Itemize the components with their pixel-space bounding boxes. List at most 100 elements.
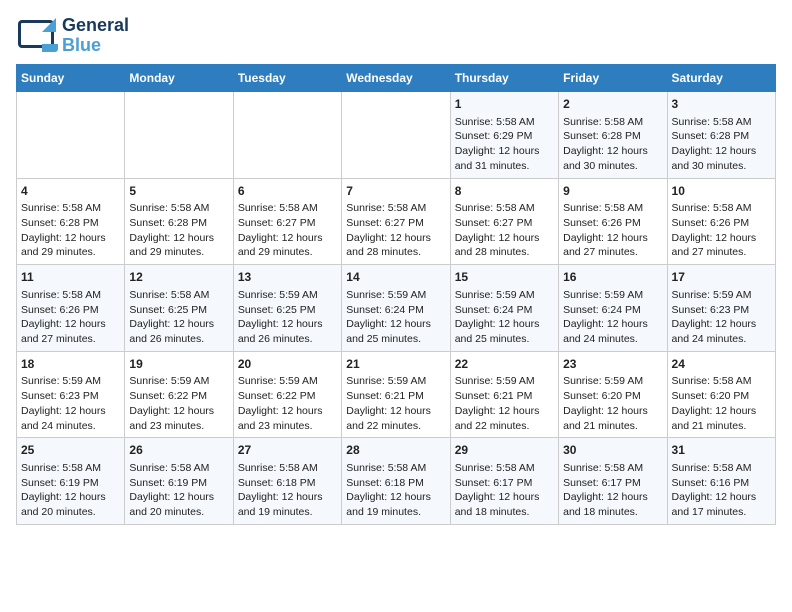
header-row: SundayMondayTuesdayWednesdayThursdayFrid… [17, 65, 776, 92]
day-info-line: Daylight: 12 hours and 29 minutes. [238, 231, 337, 260]
day-cell [17, 92, 125, 179]
day-cell: 25Sunrise: 5:58 AMSunset: 6:19 PMDayligh… [17, 438, 125, 525]
col-header-monday: Monday [125, 65, 233, 92]
day-number: 17 [672, 269, 771, 286]
day-info-line: Sunrise: 5:59 AM [455, 288, 554, 303]
day-info-line: Sunrise: 5:58 AM [455, 115, 554, 130]
day-info-line: Sunrise: 5:58 AM [563, 201, 662, 216]
day-info-line: Sunrise: 5:58 AM [563, 115, 662, 130]
day-cell: 11Sunrise: 5:58 AMSunset: 6:26 PMDayligh… [17, 265, 125, 352]
day-info-line: Daylight: 12 hours and 18 minutes. [455, 490, 554, 519]
day-cell: 2Sunrise: 5:58 AMSunset: 6:28 PMDaylight… [559, 92, 667, 179]
day-info-line: Daylight: 12 hours and 25 minutes. [346, 317, 445, 346]
day-info-line: Sunset: 6:28 PM [129, 216, 228, 231]
day-info-line: Sunrise: 5:59 AM [672, 288, 771, 303]
day-number: 13 [238, 269, 337, 286]
day-cell: 6Sunrise: 5:58 AMSunset: 6:27 PMDaylight… [233, 178, 341, 265]
day-info-line: Sunrise: 5:58 AM [238, 461, 337, 476]
day-info-line: Sunrise: 5:59 AM [238, 288, 337, 303]
day-info-line: Sunset: 6:19 PM [129, 476, 228, 491]
day-cell: 20Sunrise: 5:59 AMSunset: 6:22 PMDayligh… [233, 351, 341, 438]
day-cell: 29Sunrise: 5:58 AMSunset: 6:17 PMDayligh… [450, 438, 558, 525]
day-info-line: Daylight: 12 hours and 22 minutes. [346, 404, 445, 433]
day-number: 31 [672, 442, 771, 459]
day-info-line: Daylight: 12 hours and 30 minutes. [672, 144, 771, 173]
day-info-line: Daylight: 12 hours and 24 minutes. [563, 317, 662, 346]
day-cell: 17Sunrise: 5:59 AMSunset: 6:23 PMDayligh… [667, 265, 775, 352]
day-info-line: Daylight: 12 hours and 21 minutes. [563, 404, 662, 433]
week-row-1: 1Sunrise: 5:58 AMSunset: 6:29 PMDaylight… [17, 92, 776, 179]
day-number: 14 [346, 269, 445, 286]
day-number: 4 [21, 183, 120, 200]
day-info-line: Daylight: 12 hours and 24 minutes. [21, 404, 120, 433]
col-header-saturday: Saturday [667, 65, 775, 92]
day-info-line: Sunset: 6:28 PM [21, 216, 120, 231]
day-number: 29 [455, 442, 554, 459]
day-info-line: Sunrise: 5:59 AM [455, 374, 554, 389]
day-info-line: Sunset: 6:22 PM [129, 389, 228, 404]
day-info-line: Sunset: 6:17 PM [455, 476, 554, 491]
day-cell: 26Sunrise: 5:58 AMSunset: 6:19 PMDayligh… [125, 438, 233, 525]
day-info-line: Sunset: 6:23 PM [21, 389, 120, 404]
day-info-line: Sunset: 6:26 PM [672, 216, 771, 231]
day-cell: 24Sunrise: 5:58 AMSunset: 6:20 PMDayligh… [667, 351, 775, 438]
col-header-friday: Friday [559, 65, 667, 92]
day-cell: 23Sunrise: 5:59 AMSunset: 6:20 PMDayligh… [559, 351, 667, 438]
day-number: 6 [238, 183, 337, 200]
logo: General Blue [16, 16, 129, 56]
day-number: 12 [129, 269, 228, 286]
day-info-line: Daylight: 12 hours and 19 minutes. [238, 490, 337, 519]
day-info-line: Sunset: 6:24 PM [455, 303, 554, 318]
day-info-line: Sunset: 6:22 PM [238, 389, 337, 404]
day-number: 28 [346, 442, 445, 459]
week-row-2: 4Sunrise: 5:58 AMSunset: 6:28 PMDaylight… [17, 178, 776, 265]
day-number: 7 [346, 183, 445, 200]
day-info-line: Sunrise: 5:59 AM [346, 288, 445, 303]
day-number: 23 [563, 356, 662, 373]
logo-blue: Blue [62, 36, 129, 56]
day-cell: 27Sunrise: 5:58 AMSunset: 6:18 PMDayligh… [233, 438, 341, 525]
day-number: 24 [672, 356, 771, 373]
header: General Blue [16, 16, 776, 56]
day-info-line: Sunrise: 5:59 AM [563, 374, 662, 389]
day-number: 9 [563, 183, 662, 200]
day-info-line: Sunrise: 5:58 AM [563, 461, 662, 476]
day-info-line: Sunrise: 5:59 AM [129, 374, 228, 389]
day-info-line: Daylight: 12 hours and 31 minutes. [455, 144, 554, 173]
day-number: 19 [129, 356, 228, 373]
day-number: 21 [346, 356, 445, 373]
day-cell: 14Sunrise: 5:59 AMSunset: 6:24 PMDayligh… [342, 265, 450, 352]
day-info-line: Sunrise: 5:58 AM [21, 461, 120, 476]
day-info-line: Sunrise: 5:58 AM [21, 288, 120, 303]
day-number: 18 [21, 356, 120, 373]
day-info-line: Sunset: 6:29 PM [455, 129, 554, 144]
week-row-5: 25Sunrise: 5:58 AMSunset: 6:19 PMDayligh… [17, 438, 776, 525]
day-info-line: Daylight: 12 hours and 27 minutes. [672, 231, 771, 260]
day-cell [342, 92, 450, 179]
day-info-line: Daylight: 12 hours and 29 minutes. [21, 231, 120, 260]
day-info-line: Sunset: 6:18 PM [238, 476, 337, 491]
day-info-line: Sunrise: 5:58 AM [129, 461, 228, 476]
day-info-line: Sunset: 6:18 PM [346, 476, 445, 491]
day-info-line: Sunset: 6:21 PM [346, 389, 445, 404]
day-cell: 8Sunrise: 5:58 AMSunset: 6:27 PMDaylight… [450, 178, 558, 265]
day-info-line: Sunset: 6:19 PM [21, 476, 120, 491]
day-info-line: Sunrise: 5:58 AM [672, 201, 771, 216]
day-cell: 19Sunrise: 5:59 AMSunset: 6:22 PMDayligh… [125, 351, 233, 438]
day-info-line: Daylight: 12 hours and 20 minutes. [21, 490, 120, 519]
day-info-line: Daylight: 12 hours and 23 minutes. [238, 404, 337, 433]
day-info-line: Daylight: 12 hours and 21 minutes. [672, 404, 771, 433]
day-cell: 16Sunrise: 5:59 AMSunset: 6:24 PMDayligh… [559, 265, 667, 352]
col-header-tuesday: Tuesday [233, 65, 341, 92]
day-info-line: Sunset: 6:25 PM [129, 303, 228, 318]
day-cell: 7Sunrise: 5:58 AMSunset: 6:27 PMDaylight… [342, 178, 450, 265]
day-number: 1 [455, 96, 554, 113]
day-info-line: Sunset: 6:20 PM [563, 389, 662, 404]
day-cell: 10Sunrise: 5:58 AMSunset: 6:26 PMDayligh… [667, 178, 775, 265]
day-info-line: Daylight: 12 hours and 30 minutes. [563, 144, 662, 173]
day-number: 30 [563, 442, 662, 459]
day-info-line: Sunrise: 5:59 AM [21, 374, 120, 389]
day-info-line: Sunrise: 5:59 AM [346, 374, 445, 389]
day-cell: 15Sunrise: 5:59 AMSunset: 6:24 PMDayligh… [450, 265, 558, 352]
day-info-line: Sunset: 6:25 PM [238, 303, 337, 318]
